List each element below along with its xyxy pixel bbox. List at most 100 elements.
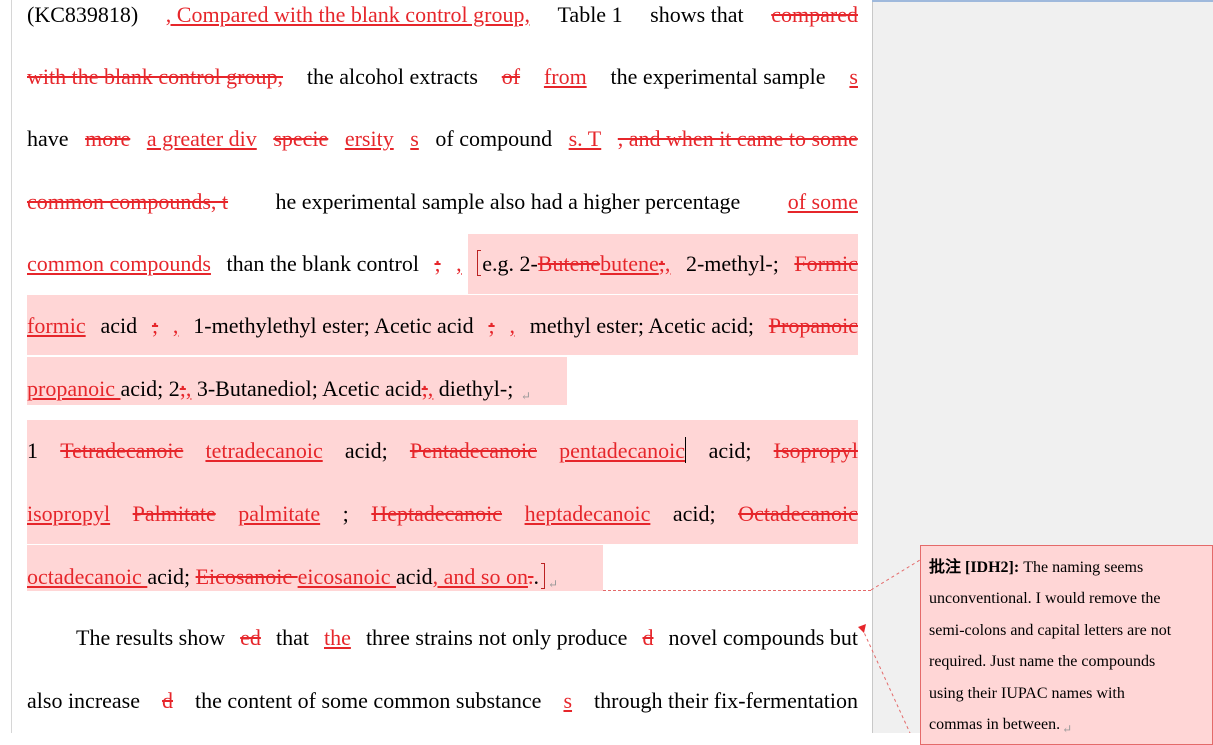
deleted-text: Isopropyl bbox=[773, 438, 858, 463]
inserted-text: the bbox=[324, 625, 351, 650]
deleted-text: compared bbox=[771, 2, 858, 27]
paragraph-mark-icon: ↵ bbox=[547, 577, 559, 591]
deleted-text: Palmitate bbox=[132, 501, 216, 526]
text-line-6[interactable]: formic acid;, 1-methylethyl ester; Aceti… bbox=[27, 306, 858, 346]
inserted-text: s. T bbox=[568, 126, 602, 151]
text-run: acid; bbox=[344, 438, 388, 463]
inserted-text: , bbox=[172, 313, 179, 338]
text-run: (KC839818) bbox=[27, 2, 139, 27]
text-run: have bbox=[27, 126, 69, 151]
inserted-text: tetradecanoic bbox=[205, 438, 323, 463]
inserted-text: s bbox=[849, 64, 858, 89]
text-line-2[interactable]: with the blank control group, the alcoho… bbox=[27, 57, 858, 97]
inserted-text: heptadecanoic bbox=[524, 501, 651, 526]
text-line-9[interactable]: isopropyl Palmitate palmitate; Heptadecan… bbox=[27, 494, 858, 534]
comment-text: The naming seems bbox=[1019, 559, 1144, 576]
text-line-1[interactable]: (KC839818) , Compared with the blank cont… bbox=[27, 0, 858, 35]
inserted-text: of some bbox=[787, 189, 858, 214]
text-run: e.g. 2- bbox=[482, 251, 538, 276]
comment-text: commas in between. bbox=[929, 716, 1061, 734]
deleted-text: specie bbox=[273, 126, 329, 151]
inserted-text: from bbox=[543, 64, 587, 89]
deleted-text: ; bbox=[488, 313, 495, 338]
inserted-text: eicosanoic bbox=[297, 564, 396, 589]
text-run: than the blank control bbox=[226, 251, 419, 276]
text-line-10[interactable]: octadecanoic acid; Eicosanoic eicosanoic… bbox=[27, 557, 858, 597]
deleted-text: ; bbox=[151, 313, 159, 338]
comment-text: using their IUPAC names with bbox=[929, 684, 1125, 702]
comment-label: 批注 [IDH2]: bbox=[929, 559, 1020, 576]
deleted-text: d bbox=[162, 688, 174, 713]
text-run: he experimental sample also had a higher… bbox=[275, 189, 741, 214]
inserted-text: s bbox=[410, 126, 419, 151]
text-run: shows that bbox=[650, 2, 744, 27]
deleted-text: Formic bbox=[794, 251, 858, 276]
text-run: 2-methyl-; bbox=[685, 251, 779, 276]
margin-top-rule bbox=[872, 0, 1213, 2]
comment-balloon[interactable]: 批注 [IDH2]: The naming seems unconvention… bbox=[920, 545, 1213, 745]
inserted-text: isopropyl bbox=[27, 501, 111, 526]
deleted-text: common compounds, t bbox=[27, 189, 229, 214]
inserted-text: , bbox=[664, 251, 671, 276]
text-cursor bbox=[684, 437, 687, 463]
text-run: acid; bbox=[672, 501, 716, 526]
text-run: also increase bbox=[27, 688, 140, 713]
paragraph-mark-icon: ↵ bbox=[520, 389, 531, 403]
inserted-text: pentadecanoic bbox=[559, 438, 685, 463]
text-run: that bbox=[275, 625, 309, 650]
inserted-text: propanoic bbox=[27, 376, 121, 401]
paragraph-mark-icon: ↵ bbox=[1062, 722, 1073, 737]
inserted-text: formic bbox=[27, 313, 86, 338]
inserted-text: , Compared with the blank control group, bbox=[165, 2, 530, 27]
text-run: . bbox=[533, 564, 539, 589]
deleted-text: Butene bbox=[537, 251, 601, 276]
page-left-edge bbox=[11, 0, 12, 733]
deleted-text: , and when it came to some bbox=[617, 126, 858, 151]
text-run: 3-Butanediol; Acetic acid bbox=[191, 376, 422, 401]
deleted-text: d bbox=[642, 625, 654, 650]
text-run: novel compounds but bbox=[668, 625, 858, 650]
inserted-text: , bbox=[456, 251, 462, 276]
text-line-3[interactable]: have more a greater div specie ersity s of … bbox=[27, 119, 858, 159]
text-line-12[interactable]: also increase d the content of some commo… bbox=[27, 681, 858, 721]
text-line-11[interactable]: The results show ed that the three strain… bbox=[76, 618, 858, 658]
text-run: Table 1 bbox=[557, 2, 623, 27]
deleted-text: more bbox=[85, 126, 131, 151]
text-run: three strains not only produce bbox=[365, 625, 628, 650]
deleted-text: Propanoic bbox=[768, 313, 858, 338]
text-run: diethyl-; bbox=[433, 376, 519, 401]
text-run: ; bbox=[342, 501, 349, 526]
deleted-text: Heptadecanoic bbox=[371, 501, 503, 526]
text-line-5[interactable]: common compounds than the blank control;… bbox=[27, 244, 858, 284]
text-run: The results show bbox=[76, 625, 226, 650]
text-line-7[interactable]: propanoic acid; 2;, 3-Butanediol; Acetic… bbox=[27, 369, 858, 409]
comment-connector bbox=[603, 590, 871, 591]
deleted-text: of bbox=[501, 64, 521, 89]
text-run: methyl ester; Acetic acid; bbox=[529, 313, 754, 338]
inserted-text: palmitate bbox=[238, 501, 321, 526]
inserted-text: octadecanoic bbox=[27, 564, 148, 589]
text-line-4[interactable]: common compounds, t he experimental sampl… bbox=[27, 182, 858, 222]
deleted-text: Eicosanoic bbox=[195, 564, 298, 589]
text-run: acid bbox=[100, 313, 138, 338]
comment-text: semi-colons and capital letters are not bbox=[929, 621, 1172, 639]
text-run: the alcohol extracts bbox=[306, 64, 478, 89]
deleted-text: Tetradecanoic bbox=[60, 438, 184, 463]
text-run: acid; bbox=[708, 438, 752, 463]
inserted-text: s bbox=[563, 688, 573, 713]
deleted-text: Octadecanoic bbox=[738, 501, 858, 526]
deleted-text: ed bbox=[240, 625, 261, 650]
deleted-text: ; bbox=[434, 251, 441, 276]
comment-text: unconventional. I would remove the bbox=[929, 590, 1161, 608]
comment-start-marker bbox=[477, 250, 482, 276]
text-line-8[interactable]: 1 Tetradecanoic tetradecanoic acid; Pent… bbox=[27, 431, 858, 471]
comment-text: required. Just name the compounds bbox=[929, 653, 1156, 671]
deleted-text: Pentadecanoic bbox=[409, 438, 537, 463]
comment-end-marker bbox=[540, 563, 545, 589]
inserted-text: common compounds bbox=[27, 251, 211, 276]
inserted-text: , and so on bbox=[432, 564, 528, 589]
text-run: acid bbox=[395, 564, 433, 589]
deleted-text: with the blank control group, bbox=[27, 64, 284, 89]
text-run: 1-methylethyl ester; Acetic acid bbox=[193, 313, 474, 338]
inserted-text: ersity bbox=[344, 126, 394, 151]
